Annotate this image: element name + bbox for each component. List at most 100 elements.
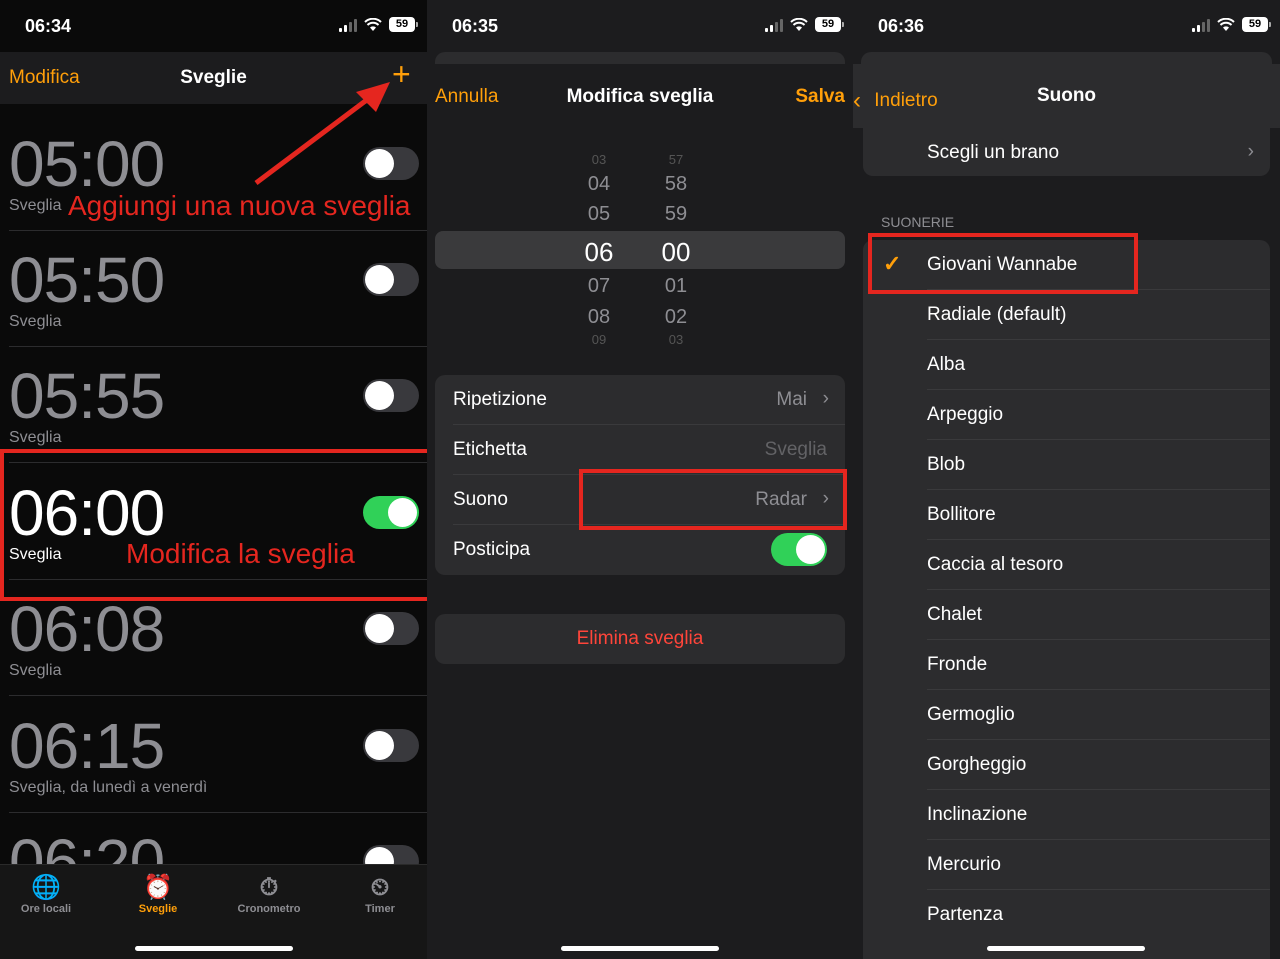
ringtone-item[interactable]: Radiale (default) <box>863 290 1270 340</box>
tab-label: Cronometro <box>237 903 301 915</box>
save-button[interactable]: Salva <box>795 86 845 108</box>
hour-option: 03 <box>591 152 607 167</box>
ringtone-label: Chalet <box>927 604 982 625</box>
annotation-box-ringtone <box>868 233 1138 294</box>
time-picker[interactable]: 03 04 05 06 07 08 09 57 58 59 00 01 02 0… <box>435 146 845 356</box>
ringtone-label: Bollitore <box>927 504 996 525</box>
ringtone-item[interactable]: Mercurio <box>863 840 1270 890</box>
ringtone-label: Arpeggio <box>927 404 1004 425</box>
annotation-box-sound <box>579 469 847 530</box>
tab-alarms[interactable]: ⏰ Sveglie <box>108 873 208 915</box>
alarms-screen: 06:34 59 Modifica Sveglie + 05:00 Svegli… <box>0 0 427 959</box>
sound-screen: 06:36 59 ‹ Indietro Suono Scegli un bran… <box>853 0 1280 959</box>
minute-option: 59 <box>664 203 688 225</box>
battery-icon: 59 <box>1242 17 1271 32</box>
status-bar: 06:36 59 <box>853 0 1280 50</box>
annotation-box-alarm <box>0 449 427 601</box>
ringtone-label: Gorgheggio <box>927 754 1027 775</box>
tab-label: Ore locali <box>20 903 72 915</box>
ringtone-label: Blob <box>927 454 966 475</box>
status-bar: 06:35 59 <box>427 0 853 50</box>
home-indicator <box>561 946 719 951</box>
sheet-handle-area <box>861 52 1272 64</box>
snooze-toggle[interactable] <box>771 533 827 566</box>
page-title: Modifica sveglia <box>566 86 714 107</box>
ringtone-item[interactable]: Germoglio <box>863 690 1270 740</box>
ringtone-label: Caccia al tesoro <box>927 554 1064 575</box>
tab-world-clock[interactable]: 🌐 Ore locali <box>0 873 96 915</box>
status-time: 06:35 <box>452 16 499 36</box>
ringtone-item[interactable]: Alba <box>863 340 1270 390</box>
wifi-icon <box>1217 17 1235 31</box>
section-header: SUONERIE <box>881 214 955 230</box>
edit-alarm-screen: 06:35 59 Annulla Modifica sveglia Salva … <box>427 0 853 959</box>
label-row[interactable]: Etichetta Sveglia <box>435 425 845 475</box>
repeat-row[interactable]: Ripetizione Mai › <box>435 375 845 425</box>
tab-label: Sveglie <box>138 903 178 915</box>
sheet-handle-area <box>435 52 845 64</box>
ringtone-label: Inclinazione <box>927 804 1028 825</box>
cellular-signal-icon <box>1192 18 1210 32</box>
picker-selection <box>435 231 845 269</box>
ringtone-label: Partenza <box>927 904 1004 925</box>
minute-option: 03 <box>668 332 684 347</box>
ringtone-item[interactable]: Inclinazione <box>863 790 1270 840</box>
hour-option: 07 <box>587 275 611 297</box>
timer-icon: ⏲ <box>370 874 390 901</box>
row-label: Etichetta <box>453 439 527 460</box>
ringtone-label: Mercurio <box>927 854 1001 875</box>
home-indicator <box>987 946 1145 951</box>
ringtone-item[interactable]: Arpeggio <box>863 390 1270 440</box>
ringtone-item[interactable]: Caccia al tesoro <box>863 540 1270 590</box>
cellular-signal-icon <box>765 18 783 32</box>
ringtone-label: Radiale (default) <box>927 304 1067 325</box>
row-label: Suono <box>453 489 508 510</box>
ringtone-item[interactable]: Gorgheggio <box>863 740 1270 790</box>
ringtone-item[interactable]: Partenza <box>863 890 1270 940</box>
ringtone-label: Germoglio <box>927 704 1015 725</box>
stopwatch-icon: ⏱ <box>259 874 279 901</box>
hour-option: 05 <box>587 203 611 225</box>
minute-option: 58 <box>664 173 688 195</box>
row-label: Scegli un brano <box>927 142 1060 163</box>
minute-option: 01 <box>664 275 688 297</box>
hour-option: 08 <box>587 306 611 328</box>
tab-timer[interactable]: ⏲ Timer <box>330 873 427 915</box>
delete-alarm-button[interactable]: Elimina sveglia <box>435 614 845 664</box>
row-label: Ripetizione <box>453 389 547 410</box>
annotation-edit-alarm: Modifica la sveglia <box>126 538 355 569</box>
globe-icon: 🌐 <box>31 874 61 901</box>
ringtone-item[interactable]: Blob <box>863 440 1270 490</box>
tab-bar: 🌐 Ore locali ⏰ Sveglie ⏱ Cronometro ⏲ Ti… <box>0 864 427 959</box>
minute-selected: 00 <box>661 237 691 267</box>
tab-label: Timer <box>365 903 395 915</box>
chevron-right-icon: › <box>1247 141 1254 162</box>
label-input[interactable]: Sveglia <box>765 439 827 461</box>
ringtone-list: ✓ Giovani Wannabe Radiale (default) Alba… <box>863 240 1270 959</box>
battery-icon: 59 <box>815 17 844 32</box>
hour-selected: 06 <box>584 237 614 267</box>
annotation-add-alarm: Aggiungi una nuova sveglia <box>68 190 411 221</box>
hour-option: 09 <box>591 332 607 347</box>
home-indicator <box>135 946 293 951</box>
ringtone-label: Alba <box>927 354 966 375</box>
tab-stopwatch[interactable]: ⏱ Cronometro <box>219 873 319 915</box>
alarm-clock-icon: ⏰ <box>143 874 173 901</box>
ringtone-item[interactable]: Bollitore <box>863 490 1270 540</box>
ringtone-item[interactable]: Fronde <box>863 640 1270 690</box>
wifi-icon <box>790 17 808 31</box>
minute-option: 02 <box>664 306 688 328</box>
chevron-right-icon: › <box>822 388 829 409</box>
page-title: Suono <box>1036 85 1097 106</box>
ringtone-label: Fronde <box>927 654 988 675</box>
status-time: 06:36 <box>878 16 925 36</box>
pick-song-row[interactable]: Scegli un brano › <box>863 128 1270 176</box>
hour-option: 04 <box>587 173 611 195</box>
nav-bar: Annulla Modifica sveglia Salva <box>435 64 845 126</box>
snooze-row: Posticipa <box>435 525 845 575</box>
minute-option: 57 <box>668 152 684 167</box>
row-label: Posticipa <box>453 539 531 560</box>
nav-bar: ‹ Indietro Suono <box>853 64 1280 128</box>
ringtone-item[interactable]: Chalet <box>863 590 1270 640</box>
row-value: Mai <box>776 389 807 410</box>
